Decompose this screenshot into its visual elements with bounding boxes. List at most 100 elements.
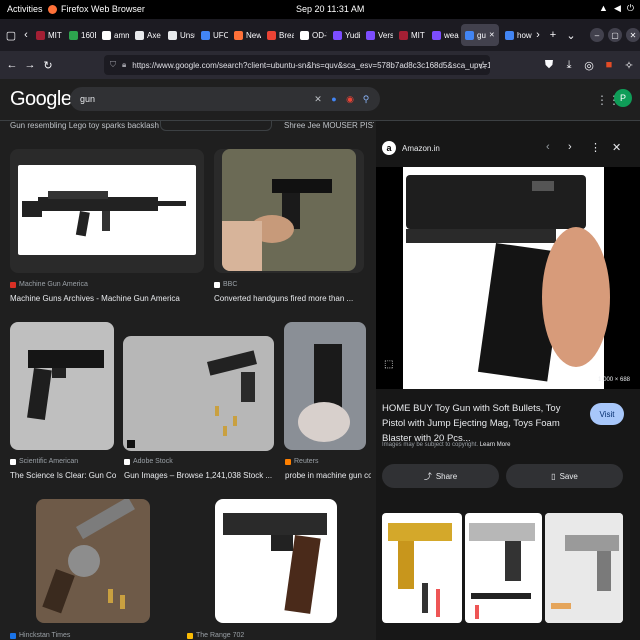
result-image-2[interactable] — [222, 149, 356, 271]
result-title-prev-2[interactable]: Shree Jee MOUSER PIST... — [284, 121, 374, 130]
avatar[interactable]: P — [614, 89, 632, 107]
save-button[interactable]: ▯ Save — [506, 464, 623, 488]
result-image-7[interactable] — [215, 499, 337, 623]
result-source-2[interactable]: BBC — [214, 281, 237, 288]
previous-image-icon[interactable]: ‹ — [546, 141, 550, 153]
lens-search-icon[interactable]: ◉ — [342, 94, 358, 105]
app-menu[interactable]: Firefox Web Browser — [48, 4, 145, 14]
result-title-prev-1[interactable]: Gun resembling Lego toy sparks backlash … — [10, 121, 160, 130]
search-icon[interactable]: ⚲ — [358, 94, 374, 105]
visit-button[interactable]: Visit — [590, 403, 624, 425]
result-title-2[interactable]: Converted handguns fired more than ... — [214, 294, 364, 303]
lock-icon: 🔒︎ — [122, 60, 127, 69]
tab-bar: ▢ ‹ MIT 160B amm Axe Unsu UFC New Brea OD-V Yudi V… — [0, 19, 640, 51]
copyright-text: Images may be subject to copyright. — [382, 442, 479, 448]
source-label: Adobe Stock — [133, 458, 173, 465]
preview-title[interactable]: HOME BUY Toy Gun with Soft Bullets, Toy … — [382, 401, 580, 446]
result-source-5[interactable]: Reuters — [285, 458, 319, 465]
learn-more-link[interactable]: Learn More — [480, 442, 511, 448]
share-label: Share — [435, 471, 458, 481]
related-image-2[interactable] — [465, 513, 542, 623]
tab-overview-icon[interactable]: ▢ — [2, 26, 20, 44]
google-logo[interactable]: Google — [10, 88, 72, 111]
extensions-puzzle-icon[interactable]: ✧ — [620, 56, 638, 74]
result-source-4[interactable]: Adobe Stock — [124, 458, 173, 465]
extension-icon[interactable]: ■ — [600, 56, 618, 74]
preview-source-name: Amazon.in — [402, 143, 440, 153]
tab-0[interactable]: MIT — [32, 24, 63, 46]
tab-favicon-icon — [102, 30, 111, 40]
power-icon: ⏻ — [626, 3, 634, 13]
result-source-6[interactable]: Hinckstan Times — [10, 632, 70, 639]
tab-14[interactable]: how — [501, 24, 532, 46]
result-image-5[interactable] — [284, 322, 366, 450]
preview-image[interactable]: ⬚ 1,000 × 688 — [376, 167, 640, 389]
related-image-1[interactable] — [382, 513, 462, 623]
result-title-5[interactable]: probe in machine gun co... — [285, 471, 371, 480]
tab-9[interactable]: Yudi — [329, 24, 360, 46]
result-image-4[interactable] — [123, 336, 274, 451]
share-button[interactable]: ⤴ Share — [382, 464, 499, 488]
minimize-icon[interactable]: – — [590, 28, 604, 42]
tabs-scroll-left-icon[interactable]: ‹ — [20, 26, 32, 44]
search-input[interactable]: gun — [80, 94, 310, 104]
source-favicon-icon — [124, 458, 130, 465]
pocket-icon[interactable]: ⛊ — [540, 56, 558, 74]
tab-13[interactable]: gu ✕ — [461, 24, 499, 46]
tabs-scroll-right-icon[interactable]: › — [532, 26, 544, 44]
tab-list-dropdown-icon[interactable]: ⌄ — [562, 26, 580, 44]
result-source-1[interactable]: Machine Gun America — [10, 281, 88, 288]
result-title-3[interactable]: The Science Is Clear: Gun Contr... — [10, 471, 116, 480]
clock[interactable]: Sep 20 11:31 AM — [296, 4, 364, 14]
app-name: Firefox Web Browser — [61, 4, 145, 14]
result-source-7[interactable]: The Range 702 — [187, 632, 244, 639]
close-preview-icon[interactable]: ✕ — [612, 141, 621, 154]
tab-5[interactable]: UFC — [197, 24, 228, 46]
search-box[interactable]: gun ✕ ● ◉ ⚲ — [70, 87, 380, 111]
result-source-3[interactable]: Scientific American — [10, 458, 78, 465]
clear-search-icon[interactable]: ✕ — [310, 94, 326, 105]
close-window-icon[interactable]: ✕ — [626, 28, 640, 42]
preview-source[interactable]: a Amazon.in — [382, 141, 440, 155]
tab-8[interactable]: OD-V — [296, 24, 327, 46]
reload-button[interactable]: ↻ — [39, 56, 57, 74]
result-card-1[interactable] — [10, 149, 204, 273]
tab-favicon-icon — [69, 30, 78, 40]
account-icon[interactable]: ◎ — [580, 56, 598, 74]
forward-button[interactable]: → — [21, 56, 39, 74]
related-image-3[interactable] — [545, 513, 623, 623]
result-title-1[interactable]: Machine Guns Archives - Machine Gun Amer… — [10, 294, 204, 303]
tab-3[interactable]: Axe — [131, 24, 162, 46]
maximize-icon[interactable]: ▢ — [608, 28, 622, 42]
system-tray[interactable]: ▲ ◀ ⏻ — [599, 3, 634, 14]
close-tab-icon[interactable]: ✕ — [489, 31, 495, 39]
result-thumb-prev-2[interactable] — [160, 121, 272, 131]
tab-label: amm — [114, 30, 129, 40]
pistol-1911-image — [223, 513, 327, 614]
tab-11[interactable]: MIT — [395, 24, 426, 46]
image-preview-panel: a Amazon.in ‹ › ⋮ ✕ ⬚ 1,000 × 688 HOME B… — [376, 121, 640, 640]
tab-2[interactable]: amm — [98, 24, 129, 46]
tab-1[interactable]: 160B — [65, 24, 96, 46]
tab-10[interactable]: Vers — [362, 24, 393, 46]
downloads-icon[interactable]: ⤓ — [560, 56, 578, 74]
tab-6[interactable]: New — [230, 24, 261, 46]
url-bar[interactable]: ⛉ 🔒︎ https://www.google.com/search?clien… — [104, 55, 490, 75]
tab-7[interactable]: Brea — [263, 24, 294, 46]
tab-label: how — [517, 30, 532, 40]
tab-4[interactable]: Unsu — [164, 24, 195, 46]
result-title-4[interactable]: Gun Images – Browse 1,241,038 Stock ... — [124, 471, 274, 480]
result-image-6[interactable] — [36, 499, 150, 623]
activities-button[interactable]: Activities — [7, 4, 43, 14]
back-button[interactable]: ← — [3, 56, 21, 74]
result-image-3[interactable] — [10, 322, 114, 450]
more-options-icon[interactable]: ⋮ — [590, 141, 601, 154]
tab-12[interactable]: wea — [428, 24, 459, 46]
next-image-icon[interactable]: › — [568, 141, 572, 153]
result-image-1[interactable] — [18, 165, 196, 255]
new-tab-button[interactable]: + — [544, 26, 562, 44]
voice-search-icon[interactable]: ● — [326, 94, 342, 104]
result-card-2[interactable] — [214, 149, 364, 273]
bookmark-star-icon[interactable]: ☆ — [474, 56, 492, 74]
lens-search-image-icon[interactable]: ⬚ — [384, 359, 393, 370]
